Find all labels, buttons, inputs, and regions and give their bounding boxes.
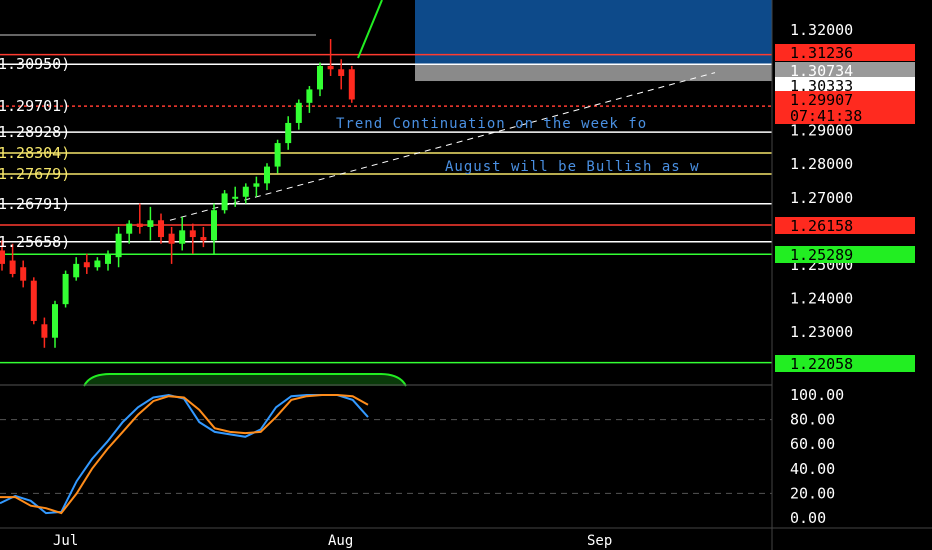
price-tag-label: 1.31236: [790, 44, 853, 62]
candle-body: [41, 324, 48, 338]
highlight-pill: [83, 373, 407, 387]
candle-body: [20, 267, 27, 281]
oscillator-tick-label: 60.00: [790, 435, 835, 453]
candle-body: [274, 143, 281, 167]
oscillator-tick-label: 100.00: [790, 386, 844, 404]
level-label-left: 1.28928): [0, 123, 70, 141]
annotation-trend: Trend Continuation on the week fo: [336, 116, 647, 132]
level-label-left: 1.26791): [0, 195, 70, 213]
oscillator-tick-label: 40.00: [790, 460, 835, 478]
level-label-left: 1.27679): [0, 165, 70, 183]
candle-body: [317, 65, 323, 90]
candle-body: [94, 260, 101, 268]
candle-body: [30, 280, 37, 321]
candle-body: [126, 223, 133, 234]
price-tag-label: 1.25289: [790, 246, 853, 264]
price-tag-label: 07:41:38: [790, 107, 862, 125]
candle-body: [168, 233, 175, 244]
candle-body: [105, 253, 111, 264]
price-tick-label: 1.23000: [790, 323, 853, 341]
annotation-august: August will be Bullish as w: [445, 159, 700, 175]
time-label-aug: Aug: [328, 533, 353, 549]
candle-body: [295, 102, 302, 123]
price-tag-label: 1.22058: [790, 355, 853, 373]
price-tick-label: 1.27000: [790, 189, 853, 207]
candle-body: [327, 65, 334, 70]
candle-body: [83, 262, 90, 268]
price-tick-label: 1.24000: [790, 289, 853, 307]
price-tick-label: 1.32000: [790, 21, 853, 39]
price-tick-label: 1.28000: [790, 155, 853, 173]
candle-body: [200, 237, 207, 241]
oscillator-tick-label: 20.00: [790, 484, 835, 502]
candle-body: [242, 186, 249, 197]
candle-body: [115, 233, 122, 258]
candle-body: [62, 273, 69, 305]
candle-body: [9, 260, 16, 274]
candle-body: [158, 220, 164, 238]
level-label-left: 1.25658): [0, 233, 70, 251]
time-label-sep: Sep: [587, 533, 612, 549]
candle-body: [52, 304, 58, 338]
candle-body: [264, 166, 270, 184]
level-label-left: 1.28304): [0, 144, 70, 162]
forex-chart[interactable]: 1.30950) 1.29701) 1.28928) 1.28304) 1.27679)…: [0, 0, 932, 550]
candle-body: [232, 196, 239, 199]
candle-body: [285, 122, 292, 144]
oscillator-tick-label: 80.00: [790, 411, 835, 429]
candle-body: [0, 250, 5, 264]
candle-body: [179, 230, 186, 244]
candle-body: [253, 183, 260, 187]
candle-body: [73, 263, 80, 278]
level-label-left: 1.29701): [0, 97, 70, 115]
candle-body: [221, 193, 228, 211]
price-tag-label: 1.26158: [790, 217, 853, 235]
time-label-jul: Jul: [53, 533, 78, 549]
oscillator-tick-label: 0.00: [790, 509, 826, 527]
target-zone-lower: [415, 64, 772, 82]
candle-body: [338, 69, 345, 76]
candle-body: [348, 69, 355, 100]
candle-body: [189, 230, 196, 238]
candle-body: [306, 89, 313, 103]
candle-body: [136, 223, 143, 227]
candle-body: [211, 210, 217, 241]
candle-body: [147, 220, 154, 227]
level-label-left: 1.30950): [0, 55, 70, 73]
